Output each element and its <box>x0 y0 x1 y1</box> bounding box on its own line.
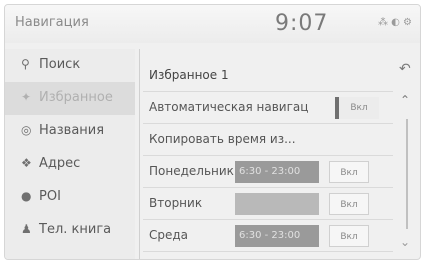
main-panel: Избранное 1 Автоматическая навигац Вкл К… <box>143 49 393 259</box>
sidebar-item-favorites[interactable]: ✦ Избранное <box>5 82 135 115</box>
header-bar: Навигация 9:07 ⁂ ◐ ⚙ <box>5 5 420 43</box>
auto-navigation-label: Автоматическая навигац <box>149 100 309 114</box>
scroll-up-icon[interactable]: ⌃ <box>400 93 410 107</box>
day-label: Среда <box>149 228 189 242</box>
search-icon: ⚲ <box>21 57 30 71</box>
sidebar-item-label: Избранное <box>39 90 113 105</box>
day-row-wednesday[interactable]: Среда 6:30 - 23:00 Вкл <box>143 221 393 252</box>
day-row-monday[interactable]: Понедельник 6:30 - 23:00 Вкл <box>143 157 393 188</box>
pin-icon: ● <box>21 189 32 203</box>
day-state[interactable]: Вкл <box>329 193 369 215</box>
app-title: Навигация <box>15 15 89 30</box>
person-icon: ♟ <box>21 222 32 236</box>
day-state[interactable]: Вкл <box>329 161 369 183</box>
time-range-bar[interactable] <box>235 193 319 215</box>
sidebar-item-label: Поиск <box>39 57 81 72</box>
address-icon: ❖ <box>21 156 32 170</box>
auto-navigation-toggle[interactable]: Вкл <box>335 97 379 119</box>
scrollbar[interactable] <box>406 119 408 229</box>
day-label: Вторник <box>149 196 203 210</box>
day-label: Понедельник <box>149 164 234 178</box>
sidebar-item-names[interactable]: ◎ Названия <box>5 115 135 148</box>
copy-time-row[interactable]: Копировать время из... <box>143 125 393 156</box>
sidebar-item-label: Тел. книга <box>39 222 112 237</box>
time-range-bar[interactable]: 6:30 - 23:00 <box>235 225 319 247</box>
favorite-title-row[interactable]: Избранное 1 <box>143 61 393 92</box>
scroll-down-icon[interactable]: ⌄ <box>400 235 410 249</box>
auto-navigation-row[interactable]: Автоматическая навигац Вкл <box>143 93 393 124</box>
status-icons: ⁂ ◐ ⚙ <box>377 17 412 28</box>
sidebar-item-label: Адрес <box>39 156 81 171</box>
sidebar-item-label: POI <box>39 189 61 204</box>
sidebar-item-phonebook[interactable]: ♟ Тел. книга <box>5 214 135 247</box>
poi-name-icon: ◎ <box>21 123 32 137</box>
scroll-rail: ↶ ⌃ ⌄ <box>397 49 419 259</box>
sidebar-item-label: Названия <box>39 123 105 138</box>
sidebar: ⚲ Поиск ✦ Избранное ◎ Названия ❖ Адрес ●… <box>5 49 135 259</box>
screen-frame: Навигация 9:07 ⁂ ◐ ⚙ ⚲ Поиск ✦ Избранное… <box>4 4 421 260</box>
day-row-tuesday[interactable]: Вторник Вкл <box>143 189 393 220</box>
sidebar-item-search[interactable]: ⚲ Поиск <box>5 49 135 82</box>
sidebar-item-poi[interactable]: ● POI <box>5 181 135 214</box>
star-icon: ✦ <box>21 90 32 104</box>
favorite-title: Избранное 1 <box>149 68 229 82</box>
copy-time-label: Копировать время из... <box>149 132 296 146</box>
back-icon[interactable]: ↶ <box>399 61 411 77</box>
day-state[interactable]: Вкл <box>329 225 369 247</box>
clock: 9:07 <box>275 11 329 36</box>
sidebar-item-address[interactable]: ❖ Адрес <box>5 148 135 181</box>
time-range-bar[interactable]: 6:30 - 23:00 <box>235 161 319 183</box>
divider <box>139 49 140 259</box>
